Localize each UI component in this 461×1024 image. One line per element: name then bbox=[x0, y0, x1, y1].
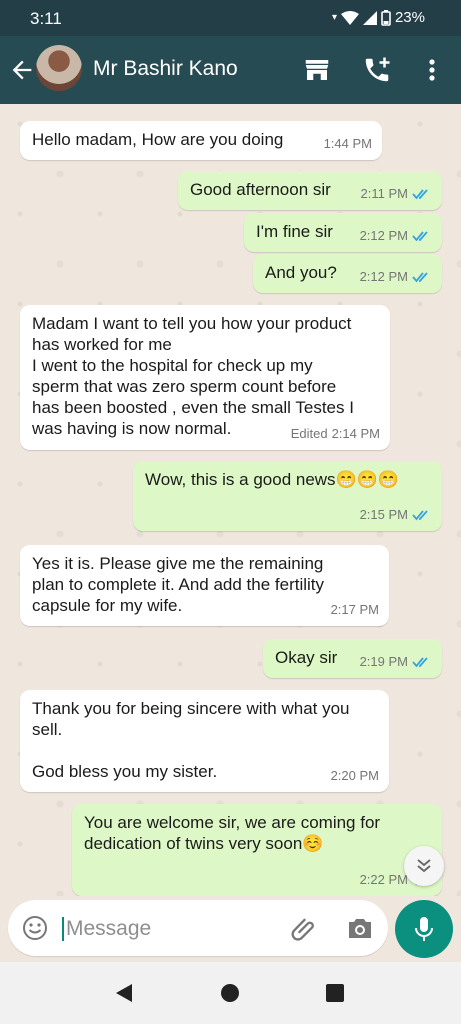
edited-label: Edited bbox=[290, 426, 328, 441]
message-bubble-outgoing[interactable]: You are welcome sir, we are coming for d… bbox=[72, 804, 442, 896]
microphone-icon bbox=[415, 917, 433, 941]
back-arrow-icon[interactable] bbox=[8, 56, 36, 84]
message-bubble-outgoing[interactable]: Wow, this is a good news😁😁😁 2:15 PM bbox=[133, 461, 442, 531]
message-bubble-incoming[interactable]: Hello madam, How are you doing 1:44 PM bbox=[20, 121, 382, 160]
double-chevron-down-icon bbox=[417, 859, 431, 873]
message-bubble-outgoing[interactable]: Good afternoon sir 2:11 PM bbox=[178, 171, 442, 210]
composer bbox=[0, 896, 461, 962]
message-text: Madam I want to tell you how your produc… bbox=[32, 314, 354, 438]
text-caret bbox=[62, 917, 64, 941]
read-ticks-icon bbox=[412, 271, 428, 282]
message-bubble-incoming[interactable]: Thank you for being sincere with what yo… bbox=[20, 690, 389, 792]
message-bubble-incoming[interactable]: Yes it is. Please give me the remaining … bbox=[20, 545, 389, 626]
message-bubble-incoming[interactable]: Madam I want to tell you how your produc… bbox=[20, 305, 390, 450]
status-icons: ▾ 23% bbox=[332, 9, 425, 26]
message-text: Yes it is. Please give me the remaining … bbox=[32, 554, 325, 615]
message-text: Thank you for being sincere with what yo… bbox=[32, 699, 350, 781]
message-time: 2:12 PM bbox=[359, 269, 408, 284]
message-time: 2:11 PM bbox=[360, 186, 408, 201]
read-ticks-icon bbox=[412, 230, 428, 241]
attach-icon[interactable] bbox=[290, 914, 318, 942]
message-bubble-outgoing[interactable]: And you? 2:12 PM bbox=[253, 254, 442, 293]
status-time: 3:11 bbox=[30, 9, 62, 28]
message-time: 2:20 PM bbox=[330, 768, 379, 783]
avatar[interactable] bbox=[36, 45, 82, 91]
read-ticks-icon bbox=[412, 656, 428, 667]
message-time: 2:22 PM bbox=[359, 872, 408, 887]
read-ticks-icon bbox=[412, 188, 428, 199]
camera-icon[interactable] bbox=[346, 915, 374, 941]
message-text: Hello madam, How are you doing bbox=[32, 130, 284, 149]
read-ticks-icon bbox=[412, 509, 428, 520]
battery-percent: 23% bbox=[394, 9, 425, 26]
message-text: You are welcome sir, we are coming for d… bbox=[84, 813, 381, 853]
message-input-container bbox=[8, 900, 388, 956]
system-navigation-bar bbox=[0, 962, 461, 1024]
battery-icon bbox=[381, 9, 391, 26]
nav-recents-icon[interactable] bbox=[326, 984, 344, 1002]
status-bar: 3:11 ▾ 23% bbox=[0, 0, 461, 36]
message-bubble-outgoing[interactable]: I'm fine sir 2:12 PM bbox=[244, 213, 442, 252]
store-icon[interactable] bbox=[302, 55, 332, 85]
message-time: 2:17 PM bbox=[330, 602, 379, 617]
message-time: 2:19 PM bbox=[359, 654, 408, 669]
message-list[interactable]: Hello madam, How are you doing 1:44 PM G… bbox=[0, 104, 461, 896]
scroll-to-bottom-button[interactable] bbox=[404, 846, 444, 886]
message-time: 2:14 PM bbox=[331, 426, 380, 441]
data-arrows-icon: ▾ bbox=[331, 12, 337, 23]
more-vert-icon[interactable] bbox=[422, 55, 442, 85]
voice-message-button[interactable] bbox=[395, 900, 453, 958]
message-input[interactable] bbox=[66, 915, 266, 943]
nav-home-icon[interactable] bbox=[221, 984, 239, 1002]
emoji-icon[interactable] bbox=[22, 915, 48, 941]
message-time: 2:12 PM bbox=[359, 228, 408, 243]
contact-name[interactable]: Mr Bashir Kano bbox=[93, 57, 238, 81]
signal-icon bbox=[362, 10, 377, 25]
message-text: Wow, this is a good news😁😁😁 bbox=[145, 470, 400, 489]
nav-back-icon[interactable] bbox=[114, 983, 134, 1003]
chat-header: Mr Bashir Kano bbox=[0, 36, 461, 104]
message-time: 1:44 PM bbox=[323, 136, 372, 151]
message-bubble-outgoing[interactable]: Okay sir 2:19 PM bbox=[263, 639, 442, 678]
message-time: 2:15 PM bbox=[359, 507, 408, 522]
wifi-icon bbox=[340, 10, 359, 25]
call-add-icon[interactable] bbox=[362, 55, 392, 85]
